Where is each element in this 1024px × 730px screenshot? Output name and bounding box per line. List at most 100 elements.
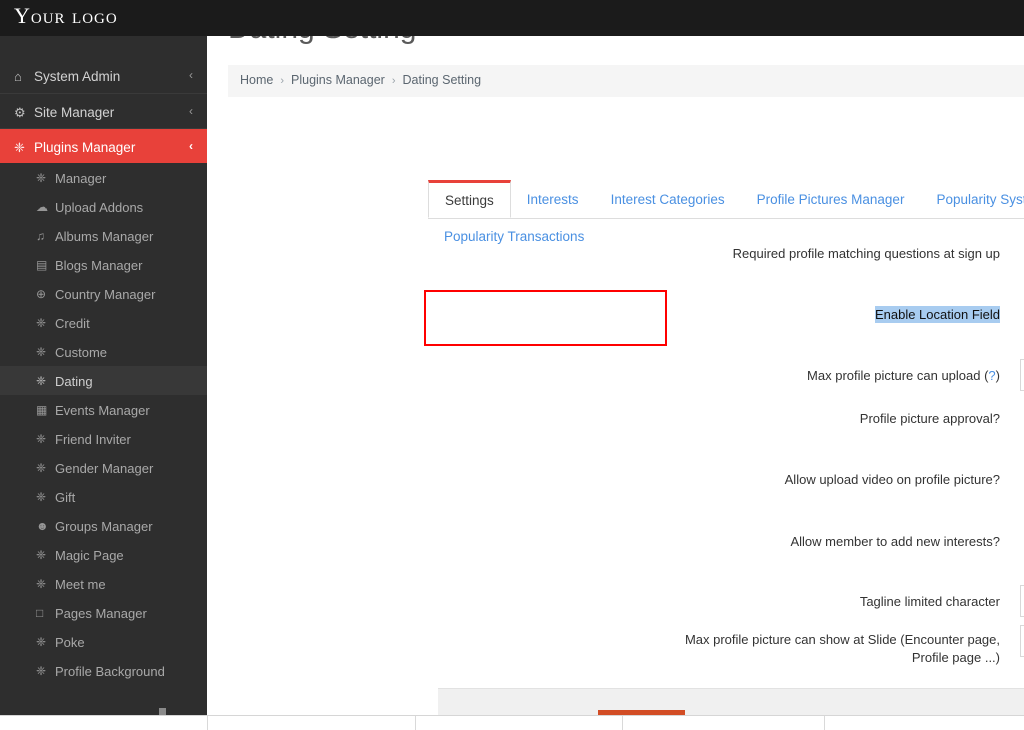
sidebar-subitem-friend-inviter[interactable]: ❈ Friend Inviter bbox=[0, 424, 207, 453]
sidebar-subitem-label: Albums Manager bbox=[55, 229, 154, 245]
input-max-profile-picture-can-upload[interactable] bbox=[1020, 359, 1024, 391]
input-max-profile-picture-can-show-at-slide[interactable] bbox=[1020, 625, 1024, 657]
form-footer-panel bbox=[438, 688, 1024, 715]
plug-icon: ❈ bbox=[36, 548, 47, 563]
users-icon: ☻ bbox=[36, 519, 49, 534]
label-required-profile-matching-questions: Required profile matching questions at s… bbox=[732, 246, 1000, 261]
site-logo[interactable]: Your logo bbox=[14, 3, 118, 29]
sidebar-subitem-label: Pages Manager bbox=[55, 606, 147, 622]
label-enable-location-field: Enable Location Field bbox=[428, 306, 1000, 324]
sidebar-subitem-label: Blogs Manager bbox=[55, 258, 143, 274]
sidebar-subitem-upload-addons[interactable]: ☁ Upload Addons bbox=[0, 192, 207, 221]
sidebar-subitem-label: Gender Manager bbox=[55, 461, 154, 477]
sidebar-subitem-pages-manager[interactable]: □ Pages Manager bbox=[0, 598, 207, 627]
blog-icon: ▤ bbox=[36, 258, 48, 273]
breadcrumb-separator: › bbox=[280, 75, 285, 87]
label-max-profile-picture-can-upload: Max profile picture can upload (?) bbox=[807, 368, 1000, 383]
plug-icon: ❈ bbox=[36, 577, 47, 592]
bottom-divider bbox=[622, 716, 623, 730]
chevron-left-icon: ‹ bbox=[189, 68, 193, 82]
chevron-left-icon: ‹ bbox=[189, 104, 193, 118]
tab-profile-pictures-manager[interactable]: Profile Pictures Manager bbox=[741, 181, 921, 218]
sidebar-subitem-magic-page[interactable]: ❈ Magic Page bbox=[0, 540, 207, 569]
sidebar-item-label: System Admin bbox=[34, 68, 121, 84]
plug-icon: ❈ bbox=[36, 374, 47, 389]
sidebar-subitem-label: Friend Inviter bbox=[55, 432, 131, 448]
globe-icon: ⊕ bbox=[36, 287, 47, 302]
sidebar-item-site-manager[interactable]: ⚙ Site Manager ‹ bbox=[0, 93, 207, 128]
gears-icon: ⚙ bbox=[14, 104, 26, 120]
sidebar-main-list: ⌂ System Admin ‹ ⚙ Site Manager ‹ ❈ Plugins Man… bbox=[0, 58, 207, 163]
sidebar-subitem-label: Dating bbox=[55, 374, 93, 390]
label-allow-upload-video-on-profile-picture: Allow upload video on profile picture? bbox=[784, 472, 1000, 487]
sidebar-subitem-blogs-manager[interactable]: ▤ Blogs Manager bbox=[0, 250, 207, 279]
sidebar-subitem-label: Upload Addons bbox=[55, 200, 144, 216]
sidebar-subitem-albums-manager[interactable]: ♫ Albums Manager bbox=[0, 221, 207, 250]
sidebar-sub-list: ❈ Manager ☁ Upload Addons ♫ Albums Manager ▤ Bl… bbox=[0, 163, 207, 685]
sidebar-subitem-label: Profile Background bbox=[55, 664, 165, 680]
sidebar-subitem-profile-background[interactable]: ❈ Profile Background bbox=[0, 656, 207, 685]
sidebar-subitem-label: Gift bbox=[55, 490, 76, 506]
tab-interests[interactable]: Interests bbox=[511, 181, 595, 218]
sidebar-subitem-dating[interactable]: ❈ Dating bbox=[0, 366, 207, 395]
sidebar-subitem-poke[interactable]: ❈ Poke bbox=[0, 627, 207, 656]
bottom-bar bbox=[0, 715, 1024, 730]
sidebar-spacer bbox=[0, 36, 207, 58]
main-content: Dating Setting Home › Plugins Manager › Dati… bbox=[210, 0, 1024, 715]
breadcrumb-item-dating-setting: Dating Setting bbox=[402, 73, 482, 87]
sidebar-subitem-label: Manager bbox=[55, 171, 107, 187]
plug-icon: ❈ bbox=[36, 316, 47, 331]
sidebar-subitem-meet-me[interactable]: ❈ Meet me bbox=[0, 569, 207, 598]
sidebar-subitem-label: Groups Manager bbox=[55, 519, 153, 535]
help-icon[interactable]: ? bbox=[988, 368, 995, 383]
chevron-left-icon: ‹ bbox=[189, 139, 193, 153]
sidebar-subitem-groups-manager[interactable]: ☻ Groups Manager bbox=[0, 511, 207, 540]
sidebar-item-label: Site Manager bbox=[34, 104, 115, 120]
upload-icon: ☁ bbox=[36, 200, 48, 215]
bottom-divider bbox=[415, 716, 416, 730]
sidebar-subitem-events-manager[interactable]: ▦ Events Manager bbox=[0, 395, 207, 424]
breadcrumb-item-home[interactable]: Home bbox=[240, 73, 273, 87]
plug-icon: ❈ bbox=[36, 461, 47, 476]
sidebar-subitem-label: Magic Page bbox=[55, 548, 124, 564]
tab-bar: Settings Interests Interest Categories Prof… bbox=[428, 180, 1024, 244]
sidebar-subitem-label: Custome bbox=[55, 345, 108, 361]
sidebar-subitem-manager[interactable]: ❈ Manager bbox=[0, 163, 207, 192]
sidebar-subitem-country-manager[interactable]: ⊕ Country Manager bbox=[0, 279, 207, 308]
selected-label-text: Enable Location Field bbox=[874, 306, 1000, 323]
plug-icon: ❈ bbox=[36, 664, 47, 679]
sidebar-subitem-label: Poke bbox=[55, 635, 85, 651]
tab-popularity-system-settings[interactable]: Popularity System Settings bbox=[920, 181, 1024, 218]
plug-icon: ❈ bbox=[36, 171, 47, 186]
sidebar-subitem-label: Events Manager bbox=[55, 403, 150, 419]
sidebar-item-system-admin[interactable]: ⌂ System Admin ‹ bbox=[0, 58, 207, 93]
page-icon: □ bbox=[36, 606, 44, 621]
sidebar-subitem-label: Credit bbox=[55, 316, 90, 332]
bottom-divider bbox=[824, 716, 825, 730]
plug-icon: ❈ bbox=[36, 635, 47, 650]
sidebar-subitem-credit[interactable]: ❈ Credit bbox=[0, 308, 207, 337]
plug-icon: ❈ bbox=[36, 490, 47, 505]
sidebar-subitem-gift[interactable]: ❈ Gift bbox=[0, 482, 207, 511]
admin-page: Your logo ⌂ System Admin ‹ ⚙ Site Manager ‹ ❈ P… bbox=[0, 0, 1024, 730]
input-tagline-limited-character[interactable] bbox=[1020, 585, 1024, 617]
plug-icon: ❈ bbox=[36, 345, 47, 360]
sidebar-subitem-label: Meet me bbox=[55, 577, 106, 593]
label-max-profile-picture-can-show-at-slide: Max profile picture can show at Slide (E… bbox=[684, 632, 1000, 665]
tab-interest-categories[interactable]: Interest Categories bbox=[595, 181, 741, 218]
sidebar-subitem-custome[interactable]: ❈ Custome bbox=[0, 337, 207, 366]
tab-settings[interactable]: Settings bbox=[428, 180, 511, 218]
plug-icon: ❈ bbox=[14, 139, 25, 155]
label-profile-picture-approval: Profile picture approval? bbox=[859, 411, 1000, 426]
breadcrumb-item-plugins-manager[interactable]: Plugins Manager bbox=[291, 73, 385, 87]
album-icon: ♫ bbox=[36, 229, 45, 244]
label-tagline-limited-character: Tagline limited character bbox=[859, 594, 1000, 609]
breadcrumb: Home › Plugins Manager › Dating Setting bbox=[228, 65, 1024, 97]
sidebar-subitem-gender-manager[interactable]: ❈ Gender Manager bbox=[0, 453, 207, 482]
sidebar-item-plugins-manager[interactable]: ❈ Plugins Manager ‹ bbox=[0, 128, 207, 163]
label-line-2: Profile page ...) bbox=[911, 650, 1000, 665]
bottom-divider bbox=[207, 716, 208, 730]
top-header-bar: Your logo bbox=[0, 0, 1024, 36]
calendar-icon: ▦ bbox=[36, 403, 48, 418]
label-allow-member-to-add-new-interests: Allow member to add new interests? bbox=[790, 534, 1000, 549]
